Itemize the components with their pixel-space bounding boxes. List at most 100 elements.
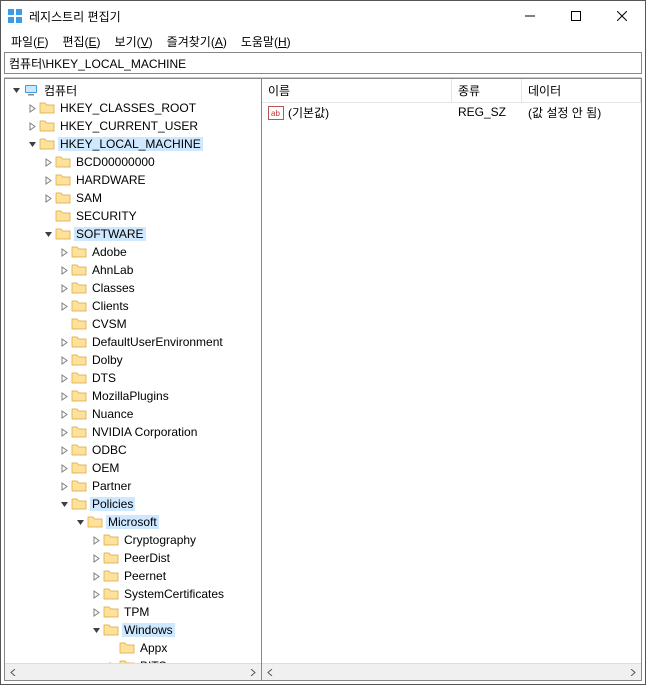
tree-node-label: AhnLab [90, 263, 135, 277]
expand-icon[interactable] [57, 335, 71, 349]
expand-icon[interactable] [89, 569, 103, 583]
tree-node[interactable]: Nuance [5, 405, 261, 423]
tree-node-label: Adobe [90, 245, 129, 259]
tree-scroll[interactable]: 컴퓨터HKEY_CLASSES_ROOT HKEY_CURRENT_USER HKE… [5, 79, 261, 663]
expand-icon[interactable] [57, 371, 71, 385]
tree-node[interactable]: Windows [5, 621, 261, 639]
tree-node[interactable]: DefaultUserEnvironment [5, 333, 261, 351]
expand-icon[interactable] [89, 587, 103, 601]
tree-node-label: HARDWARE [74, 173, 148, 187]
tree-node[interactable]: Appx [5, 639, 261, 657]
tree-node[interactable]: 컴퓨터 [5, 81, 261, 99]
tree-node[interactable]: NVIDIA Corporation [5, 423, 261, 441]
expand-icon[interactable] [57, 245, 71, 259]
address-bar[interactable]: 컴퓨터\HKEY_LOCAL_MACHINE [4, 52, 642, 74]
tree-node[interactable]: Peernet [5, 567, 261, 585]
maximize-button[interactable] [553, 1, 599, 31]
expand-icon[interactable] [41, 155, 55, 169]
list-body[interactable]: ab(기본값)REG_SZ(값 설정 안 됨) [262, 103, 641, 663]
minimize-button[interactable] [507, 1, 553, 31]
close-button[interactable] [599, 1, 645, 31]
tree-node[interactable]: Microsoft [5, 513, 261, 531]
tree-node[interactable]: HKEY_LOCAL_MACHINE [5, 135, 261, 153]
expand-icon[interactable] [89, 605, 103, 619]
expand-icon[interactable] [25, 119, 39, 133]
expand-icon[interactable] [57, 443, 71, 457]
tree-node[interactable]: HKEY_CLASSES_ROOT [5, 99, 261, 117]
scroll-left-icon[interactable] [262, 664, 279, 681]
tree-node-label: Dolby [90, 353, 125, 367]
tree-node[interactable]: MozillaPlugins [5, 387, 261, 405]
tree-node[interactable]: CVSM [5, 315, 261, 333]
tree-node[interactable]: PeerDist [5, 549, 261, 567]
scroll-left-icon[interactable] [5, 664, 22, 681]
menu-view[interactable]: 보기(V) [109, 32, 159, 51]
tree-node-label: PeerDist [122, 551, 172, 565]
folder-icon [71, 262, 87, 278]
collapse-icon[interactable] [57, 497, 71, 511]
expand-icon[interactable] [41, 173, 55, 187]
expand-icon[interactable] [57, 299, 71, 313]
tree-node-label: HKEY_LOCAL_MACHINE [58, 137, 203, 151]
expand-icon[interactable] [57, 389, 71, 403]
folder-icon [71, 478, 87, 494]
collapse-icon[interactable] [89, 623, 103, 637]
tree-node[interactable]: DTS [5, 369, 261, 387]
list-h-scrollbar[interactable] [262, 663, 641, 680]
list-row[interactable]: ab(기본값)REG_SZ(값 설정 안 됨) [262, 103, 641, 121]
value-name-cell: ab(기본값) [262, 104, 452, 121]
col-data[interactable]: 데이터 [522, 78, 641, 103]
tree-node[interactable]: SOFTWARE [5, 225, 261, 243]
tree-node[interactable]: Adobe [5, 243, 261, 261]
expand-icon[interactable] [89, 551, 103, 565]
collapse-icon[interactable] [41, 227, 55, 241]
tree-node-label: HKEY_CURRENT_USER [58, 119, 200, 133]
col-name[interactable]: 이름 [262, 78, 452, 103]
tree-node[interactable]: OEM [5, 459, 261, 477]
folder-icon [71, 496, 87, 512]
expand-icon[interactable] [57, 461, 71, 475]
collapse-icon[interactable] [9, 83, 23, 97]
expand-icon[interactable] [57, 281, 71, 295]
expand-icon[interactable] [41, 191, 55, 205]
tree-h-scrollbar[interactable] [5, 663, 261, 680]
folder-icon [39, 136, 55, 152]
menu-help[interactable]: 도움말(H) [235, 32, 297, 51]
tree-node[interactable]: HARDWARE [5, 171, 261, 189]
tree-node[interactable]: SAM [5, 189, 261, 207]
collapse-icon[interactable] [25, 137, 39, 151]
menu-favorites[interactable]: 즐겨찾기(A) [161, 32, 233, 51]
expand-icon[interactable] [89, 533, 103, 547]
expand-icon[interactable] [105, 659, 119, 663]
tree-node[interactable]: Classes [5, 279, 261, 297]
tree-node[interactable]: SystemCertificates [5, 585, 261, 603]
expand-icon[interactable] [57, 425, 71, 439]
folder-icon [71, 244, 87, 260]
expand-icon[interactable] [57, 407, 71, 421]
menu-edit[interactable]: 편집(E) [56, 32, 106, 51]
folder-icon [119, 640, 135, 656]
tree-node[interactable]: Cryptography [5, 531, 261, 549]
expand-icon[interactable] [25, 101, 39, 115]
tree-node[interactable]: TPM [5, 603, 261, 621]
folder-icon [71, 352, 87, 368]
expand-icon[interactable] [57, 353, 71, 367]
menu-file[interactable]: 파일(F) [5, 32, 54, 51]
scroll-right-icon[interactable] [624, 664, 641, 681]
tree-node[interactable]: ODBC [5, 441, 261, 459]
tree-node[interactable]: BCD00000000 [5, 153, 261, 171]
scroll-right-icon[interactable] [244, 664, 261, 681]
expand-icon[interactable] [57, 263, 71, 277]
tree-node[interactable]: Dolby [5, 351, 261, 369]
tree-node[interactable]: Clients [5, 297, 261, 315]
tree-node[interactable]: SECURITY [5, 207, 261, 225]
collapse-icon[interactable] [73, 515, 87, 529]
expand-icon[interactable] [57, 479, 71, 493]
tree-node[interactable]: AhnLab [5, 261, 261, 279]
tree-node[interactable]: Policies [5, 495, 261, 513]
tree-node[interactable]: HKEY_CURRENT_USER [5, 117, 261, 135]
col-type[interactable]: 종류 [452, 78, 522, 103]
tree-node[interactable]: BITS [5, 657, 261, 663]
tree-node[interactable]: Partner [5, 477, 261, 495]
tree-node-label: Appx [138, 641, 169, 655]
